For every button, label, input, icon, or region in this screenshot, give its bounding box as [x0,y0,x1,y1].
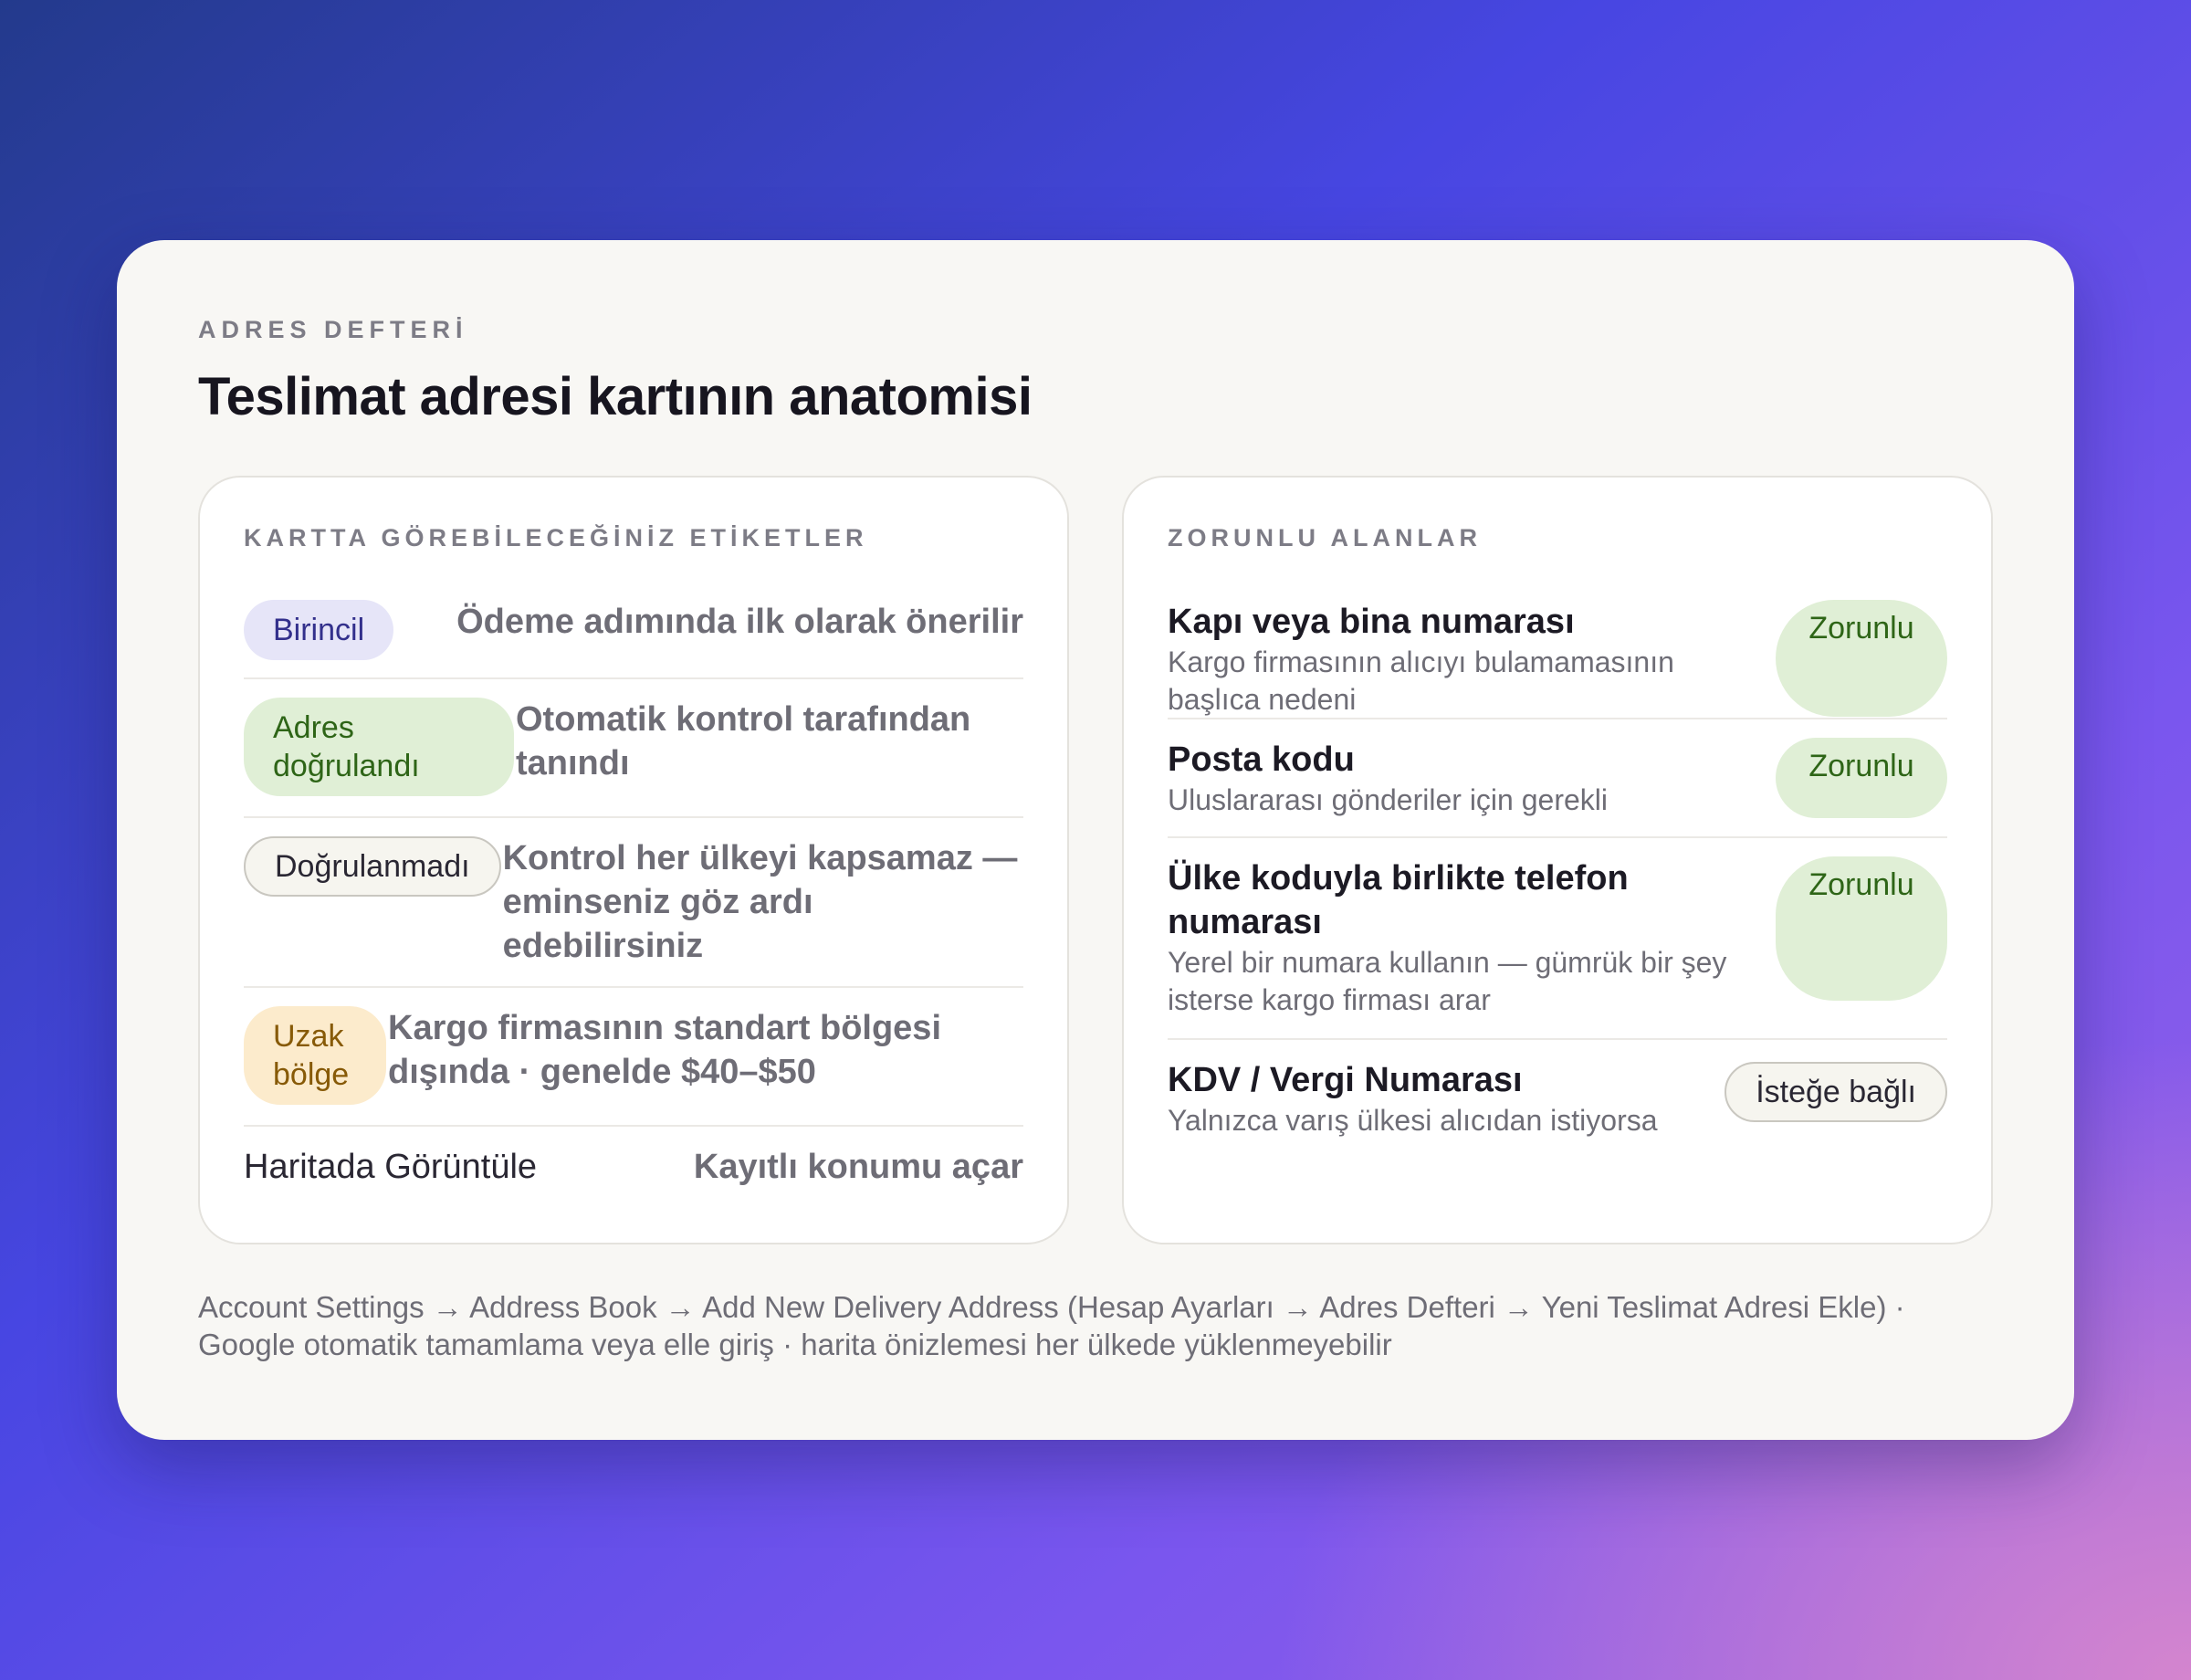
required-fields-panel: ZORUNLU ALANLAR Kapı veya bina numarası … [1122,476,1993,1244]
required-badge: Zorunlu [1776,600,1947,717]
tag-row-map: Haritada Görüntüle Kayıtlı konumu açar [244,1127,1023,1218]
field-list: Kapı veya bina numarası Kargo firmasının… [1168,582,1947,1148]
address-anatomy-card: ADRES DEFTERİ Teslimat adresi kartının a… [117,240,2074,1440]
page-title: Teslimat adresi kartının anatomisi [198,367,1033,426]
optional-badge: İsteğe bağlı [1724,1062,1947,1122]
field-text: Kapı veya bina numarası Kargo firmasının… [1168,600,1776,719]
panels: KARTTA GÖREBİLECEĞİNİZ ETİKETLER Birinci… [198,476,1993,1244]
fields-panel-heading: ZORUNLU ALANLAR [1168,524,1482,551]
tag-row-unverified: Doğrulanmadı Kontrol her ülkeyi kapsamaz… [244,818,1023,988]
field-text: KDV / Vergi Numarası Yalnızca varış ülke… [1168,1058,1724,1139]
field-row-door-number: Kapı veya bina numarası Kargo firmasının… [1168,582,1947,719]
field-title: Posta kodu [1168,740,1355,779]
tag-description: Kontrol her ülkeyi kapsamaz — eminseniz … [502,839,1018,965]
verified-badge: Adres doğrulandı [244,698,514,796]
tag-row-remote: Uzak bölge Kargo firmasının standart böl… [244,988,1023,1127]
tag-row-primary: Birincil Ödeme adımında ilk olarak öneri… [244,582,1023,679]
tag-description: Otomatik kontrol tarafından tanındı [516,700,971,782]
tag-row-verified: Adres doğrulandı Otomatik kontrol tarafı… [244,679,1023,818]
field-text: Ülke koduyla birlikte telefon numarası Y… [1168,856,1776,1019]
field-description: Yalnızca varış ülkesi alıcıdan istiyorsa [1168,1104,1658,1137]
section-eyebrow: ADRES DEFTERİ [198,316,468,343]
tag-list: Birincil Ödeme adımında ilk olarak öneri… [244,582,1023,1218]
field-row-phone: Ülke koduyla birlikte telefon numarası Y… [1168,838,1947,1040]
required-badge: Zorunlu [1776,856,1947,1001]
field-text: Posta kodu Uluslararası gönderiler için … [1168,738,1776,819]
field-title: KDV / Vergi Numarası [1168,1061,1523,1099]
field-row-postal-code: Posta kodu Uluslararası gönderiler için … [1168,719,1947,838]
field-description: Kargo firmasının alıcıyı bulamamasının b… [1168,646,1674,716]
required-badge: Zorunlu [1776,738,1947,818]
field-title: Kapı veya bina numarası [1168,603,1575,641]
footnote: Account Settings → Address Book → Add Ne… [198,1290,1905,1361]
view-on-map-link[interactable]: Haritada Görüntüle [244,1145,537,1189]
field-description: Uluslararası gönderiler için gerekli [1168,783,1608,816]
field-row-vat: KDV / Vergi Numarası Yalnızca varış ülke… [1168,1040,1947,1148]
remote-area-badge: Uzak bölge [244,1006,386,1105]
tag-description: Kayıtlı konumu açar [693,1148,1023,1186]
primary-badge: Birincil [244,600,394,660]
unverified-badge: Doğrulanmadı [244,836,501,897]
tag-description: Kargo firmasının standart bölgesi dışınd… [388,1009,941,1091]
tags-panel-heading: KARTTA GÖREBİLECEĞİNİZ ETİKETLER [244,524,868,551]
tag-description: Ödeme adımında ilk olarak önerilir [456,603,1023,641]
field-title: Ülke koduyla birlikte telefon numarası [1168,859,1629,941]
field-description: Yerel bir numara kullanın — gümrük bir ş… [1168,946,1727,1016]
tags-panel: KARTTA GÖREBİLECEĞİNİZ ETİKETLER Birinci… [198,476,1069,1244]
